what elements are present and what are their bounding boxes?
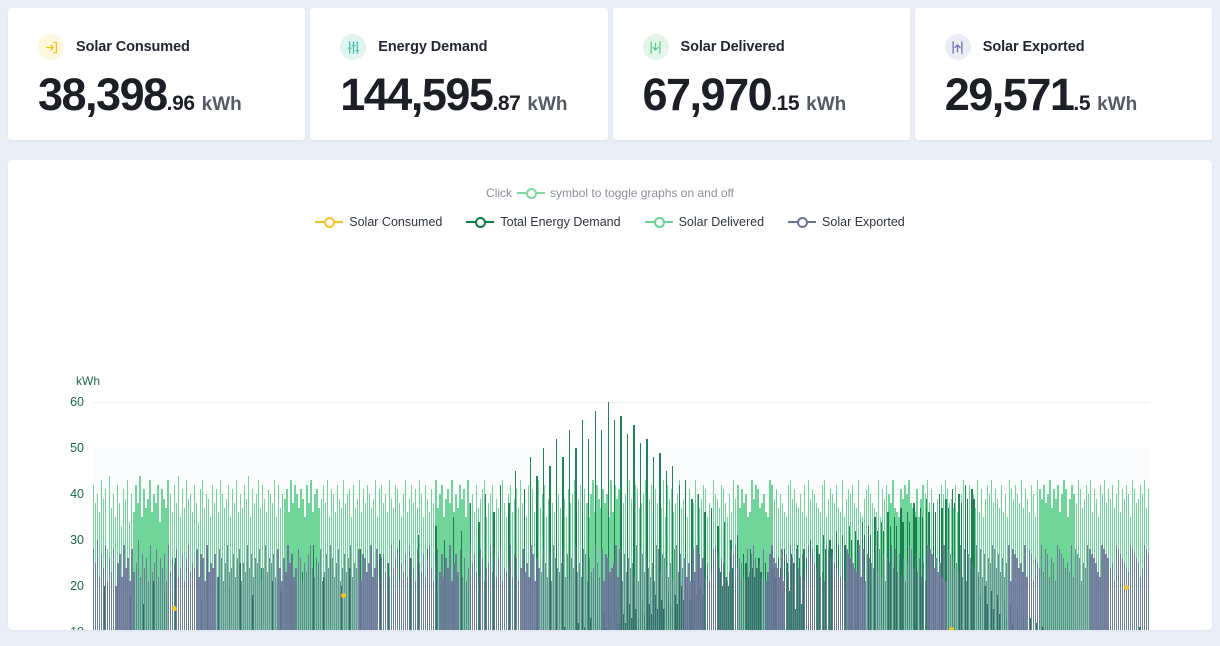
- solar-delivered-download-icon: [642, 34, 669, 60]
- y-tick-label: 40: [70, 487, 84, 501]
- kpi-value: 144,595 .87 kWh: [340, 72, 607, 117]
- kpi-header: Solar Exported: [944, 34, 1212, 60]
- kpi-value: 29,571 .5 kWh: [945, 72, 1212, 117]
- kpi-value-integer: 38,398: [38, 69, 168, 120]
- energy-demand-sliders-icon: [340, 34, 367, 60]
- chart-bar: [1147, 553, 1150, 630]
- kpi-card-solar-delivered: Solar Delivered 67,970 .15 kWh: [612, 8, 910, 140]
- energy-chart-card: Click symbol to toggle graphs on and off…: [8, 160, 1212, 630]
- kpi-header: Solar Consumed: [38, 34, 305, 60]
- solar-exported-upload-icon: [944, 34, 971, 60]
- solar-consumed-icon: [38, 34, 64, 60]
- kpi-value: 67,970 .15 kWh: [643, 72, 910, 117]
- y-tick-label: 50: [70, 441, 84, 455]
- kpi-value-decimal: .15: [771, 92, 800, 115]
- kpi-value-unit: kWh: [527, 94, 568, 115]
- solar-consumed-point: [1123, 585, 1129, 591]
- kpi-value-integer: 29,571: [944, 69, 1075, 120]
- kpi-value-unit: kWh: [201, 94, 242, 115]
- y-tick-label: 30: [70, 533, 84, 547]
- kpi-value-integer: 144,595: [340, 69, 494, 120]
- kpi-value-unit: kWh: [806, 94, 847, 115]
- kpi-cards-row: Solar Consumed 38,398 .96 kWh Energy Dem…: [0, 0, 1220, 140]
- y-tick-label: 20: [70, 579, 84, 593]
- kpi-value-decimal: .96: [166, 92, 195, 115]
- kpi-header: Energy Demand: [340, 34, 607, 60]
- kpi-value-decimal: .5: [1073, 92, 1091, 115]
- kpi-card-solar-exported: Solar Exported 29,571 .5 kWh: [914, 8, 1212, 140]
- y-tick-label: 60: [70, 395, 84, 409]
- kpi-value-unit: kWh: [1097, 94, 1138, 115]
- kpi-header: Solar Delivered: [642, 34, 910, 60]
- kpi-value-decimal: .87: [492, 92, 521, 115]
- kpi-title: Energy Demand: [378, 39, 488, 55]
- kpi-title: Solar Delivered: [680, 39, 785, 55]
- chart-bars[interactable]: [93, 402, 1150, 630]
- y-tick-label: 10: [44, 625, 84, 630]
- solar-consumed-point: [949, 626, 955, 630]
- kpi-value: 38,398 .96 kWh: [38, 72, 305, 117]
- plot-area: kWh 6050403020100-10 01/11, 00:0030/11, …: [8, 160, 1212, 630]
- kpi-card-solar-consumed: Solar Consumed 38,398 .96 kWh: [8, 8, 306, 140]
- kpi-title: Solar Exported: [982, 39, 1085, 55]
- kpi-value-integer: 67,970: [642, 69, 773, 120]
- kpi-title: Solar Consumed: [76, 39, 190, 55]
- y-axis: 6050403020100-10: [36, 160, 84, 630]
- kpi-card-energy-demand: Energy Demand 144,595 .87 kWh: [310, 8, 608, 140]
